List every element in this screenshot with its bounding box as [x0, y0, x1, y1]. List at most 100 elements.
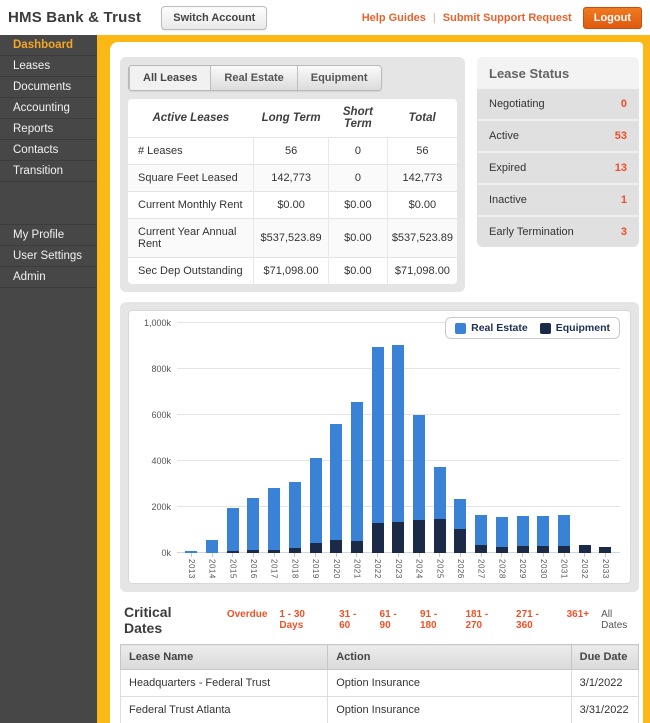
all-dates-filter[interactable]: All Dates	[601, 609, 639, 631]
x-axis-slot: 2020	[330, 553, 342, 579]
real-estate-segment	[351, 402, 363, 541]
lease-status-row[interactable]: Inactive 1	[477, 183, 639, 215]
date-filter-link[interactable]: 31 - 60	[339, 609, 367, 631]
bar-2017[interactable]	[268, 488, 280, 553]
help-guides-link[interactable]: Help Guides	[362, 12, 426, 24]
lease-status-rows: Negotiating 0 Active 53 Expired 13	[477, 89, 639, 247]
switch-account-button[interactable]: Switch Account	[161, 6, 267, 30]
sidebar-item[interactable]: My Profile	[0, 225, 97, 246]
x-axis-tick-label: 2013	[187, 559, 196, 579]
bar-2029[interactable]	[517, 516, 529, 553]
equipment-segment	[289, 548, 301, 553]
bar-2031[interactable]	[558, 515, 570, 553]
real-estate-segment	[330, 424, 342, 540]
lease-type-tab[interactable]: Equipment	[297, 66, 381, 90]
table-row: # Leases 56 0 56	[128, 138, 457, 165]
lease-status-row[interactable]: Early Termination 3	[477, 215, 639, 247]
sidebar-item[interactable]: Leases	[0, 56, 97, 77]
x-axis-slot: 2027	[475, 553, 487, 579]
bar-2026[interactable]	[454, 499, 466, 553]
logout-button[interactable]: Logout	[583, 7, 642, 29]
col-due-date: Due Date	[571, 645, 638, 670]
table-row: Current Monthly Rent $0.00 $0.00 $0.00	[128, 192, 457, 219]
total-value: $71,098.00	[387, 258, 457, 285]
lease-type-tab[interactable]: Real Estate	[210, 66, 296, 90]
bar-2028[interactable]	[496, 517, 508, 553]
action-cell: Option Insurance	[328, 670, 571, 697]
equipment-segment	[247, 550, 259, 553]
bar-2022[interactable]	[372, 347, 384, 553]
x-axis-tick	[232, 553, 233, 557]
table-row[interactable]: Headquarters - Federal Trust Option Insu…	[121, 670, 639, 697]
x-axis-tick	[315, 553, 316, 557]
bar-2014[interactable]	[206, 540, 218, 553]
x-axis-tick-label: 2016	[249, 559, 258, 579]
bar-2019[interactable]	[310, 458, 322, 553]
table-row[interactable]: Federal Trust Atlanta Option Insurance 3…	[121, 697, 639, 723]
real-estate-segment	[475, 515, 487, 545]
date-filter-link[interactable]: Overdue	[227, 609, 268, 631]
sidebar-item[interactable]: Documents	[0, 77, 97, 98]
sidebar-item[interactable]: Transition	[0, 161, 97, 182]
bar-2032[interactable]	[579, 545, 591, 553]
x-axis-tick	[584, 553, 585, 557]
real-estate-segment	[206, 540, 218, 553]
total-value: $537,523.89	[387, 219, 457, 258]
lease-name-cell: Federal Trust Atlanta	[121, 697, 328, 723]
bar-2020[interactable]	[330, 424, 342, 553]
bar-2021[interactable]	[351, 402, 363, 553]
sidebar-item[interactable]: Dashboard	[0, 35, 97, 56]
bar-2016[interactable]	[247, 498, 259, 553]
real-estate-segment	[434, 467, 446, 519]
legend-item-equipment[interactable]: Equipment	[540, 322, 610, 334]
real-estate-segment	[537, 516, 549, 546]
lease-type-tab[interactable]: All Leases	[129, 66, 210, 90]
sidebar-item[interactable]: Accounting	[0, 98, 97, 119]
sidebar-item[interactable]: Reports	[0, 119, 97, 140]
equipment-segment	[579, 545, 591, 553]
date-filter-link[interactable]: 271 - 360	[516, 609, 555, 631]
real-estate-segment	[310, 458, 322, 543]
lease-status-row[interactable]: Active 53	[477, 119, 639, 151]
bar-2023[interactable]	[392, 345, 404, 553]
date-filter-link[interactable]: 1 - 30 Days	[279, 609, 327, 631]
date-filter-link[interactable]: 91 - 180	[420, 609, 454, 631]
date-filter-link[interactable]: 61 - 90	[380, 609, 408, 631]
sidebar-item[interactable]: Contacts	[0, 140, 97, 161]
bar-2033[interactable]	[599, 547, 611, 553]
y-axis-tick-label: 200k	[133, 502, 171, 512]
equipment-segment	[330, 540, 342, 553]
bar-2025[interactable]	[434, 467, 446, 553]
bar-2030[interactable]	[537, 516, 549, 553]
sidebar-item[interactable]: User Settings	[0, 246, 97, 267]
sidebar-item-label: Reports	[13, 123, 53, 135]
status-label: Inactive	[489, 194, 527, 206]
legend-label: Equipment	[556, 322, 610, 334]
x-axis-tick-label: 2029	[518, 559, 527, 579]
legend-item-real-estate[interactable]: Real Estate	[455, 322, 528, 334]
x-axis-slot: 2017	[268, 553, 280, 579]
bar-2027[interactable]	[475, 515, 487, 553]
bar-2024[interactable]	[413, 415, 425, 553]
lease-summary-panel: All Leases Real Estate Equipment Active …	[120, 57, 465, 292]
date-filter-link[interactable]: 361+	[567, 609, 590, 631]
sidebar-item[interactable]: Admin	[0, 267, 97, 288]
active-leases-table: Active Leases Long Term Short Term Total…	[128, 99, 457, 284]
status-count: 53	[615, 130, 627, 142]
equipment-segment	[454, 529, 466, 553]
bar-2013[interactable]	[185, 551, 197, 553]
x-axis-tick-label: 2017	[270, 559, 279, 579]
bar-2018[interactable]	[289, 482, 301, 553]
date-filter-link[interactable]: 181 - 270	[465, 609, 504, 631]
submit-support-request-link[interactable]: Submit Support Request	[443, 12, 572, 24]
sidebar-item-label: My Profile	[13, 229, 64, 241]
chart-plot-bars	[177, 323, 620, 553]
equipment-segment	[558, 546, 570, 553]
equipment-segment	[310, 543, 322, 553]
bar-2015[interactable]	[227, 508, 239, 553]
lease-status-row[interactable]: Negotiating 0	[477, 89, 639, 119]
chart-legend: Real Estate Equipment	[445, 317, 620, 339]
lease-status-row[interactable]: Expired 13	[477, 151, 639, 183]
x-axis-tick	[191, 553, 192, 557]
real-estate-segment	[454, 499, 466, 529]
